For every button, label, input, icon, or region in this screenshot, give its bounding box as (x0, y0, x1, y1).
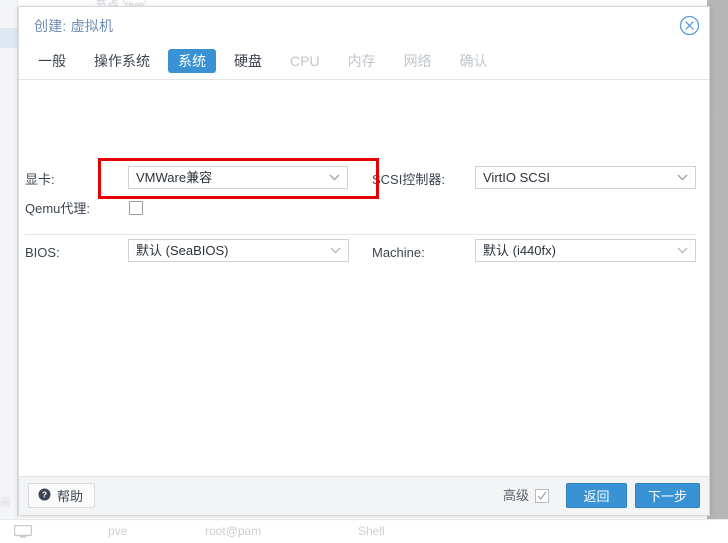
help-button[interactable]: ? 帮助 (28, 483, 95, 508)
tab-confirm: 确认 (450, 49, 498, 73)
advanced-checkbox[interactable] (535, 489, 549, 503)
bios-label: BIOS: (25, 245, 60, 261)
chevron-down-icon (328, 240, 343, 261)
machine-label: Machine: (372, 245, 425, 261)
bottom-status-bar: pve root@pam Shell (0, 519, 728, 543)
bios-value: 默认 (SeaBIOS) (136, 243, 228, 259)
dialog-title: 创建: 虚拟机 (34, 16, 113, 36)
tab-network: 网络 (394, 49, 442, 73)
tab-system[interactable]: 系统 (168, 49, 216, 73)
status-user[interactable]: root@pam (205, 524, 261, 538)
back-button[interactable]: 返回 (566, 483, 627, 508)
tab-os[interactable]: 操作系统 (84, 49, 160, 73)
tab-general[interactable]: 一般 (28, 49, 76, 73)
background-fragment-left: 间 (0, 494, 10, 509)
graphic-card-select[interactable]: VMWare兼容 (128, 166, 348, 189)
background-right-panel (707, 0, 728, 519)
help-button-label: 帮助 (57, 486, 83, 505)
wizard-tabbar: 一般 操作系统 系统 硬盘 CPU 内存 网络 确认 (19, 43, 709, 80)
status-node[interactable]: pve (108, 524, 127, 538)
dialog-body: 显卡: VMWare兼容 SCSI控制器: VirtIO SCSI Qemu代理… (19, 80, 709, 477)
dialog-header: 创建: 虚拟机 (19, 7, 709, 43)
advanced-label: 高级 (503, 488, 529, 503)
qemu-agent-label: Qemu代理: (25, 201, 90, 217)
svg-text:?: ? (42, 489, 47, 499)
question-circle-icon: ? (38, 488, 51, 504)
chevron-down-icon (675, 240, 690, 261)
graphic-card-value: VMWare兼容 (136, 170, 212, 186)
scsi-controller-value: VirtIO SCSI (483, 170, 550, 186)
scsi-controller-select[interactable]: VirtIO SCSI (475, 166, 696, 189)
dialog-footer: ? 帮助 高级 返回 下一步 (19, 477, 709, 515)
background-left-selection (0, 28, 17, 48)
chevron-down-icon (675, 167, 690, 188)
background-fragment-3: cri (717, 110, 728, 121)
qemu-agent-checkbox[interactable] (129, 201, 143, 215)
status-shell[interactable]: Shell (358, 524, 385, 538)
close-icon[interactable] (679, 15, 700, 36)
chevron-down-icon (327, 167, 342, 188)
background-fragment-1: ▼ (717, 52, 727, 63)
create-vm-dialog: 创建: 虚拟机 一般 操作系统 系统 硬盘 CPU 内存 网络 确认 显卡: V… (18, 6, 710, 516)
graphic-card-label: 显卡: (25, 172, 55, 188)
tab-harddisk[interactable]: 硬盘 (224, 49, 272, 73)
section-divider (25, 234, 696, 235)
tab-cpu: CPU (280, 49, 330, 73)
machine-value: 默认 (i440fx) (483, 243, 556, 259)
background-left-panel (0, 0, 18, 519)
next-button[interactable]: 下一步 (635, 483, 700, 508)
tab-memory: 内存 (338, 49, 386, 73)
scsi-controller-label: SCSI控制器: (372, 172, 445, 188)
background-fragment-4: t (723, 152, 726, 163)
bios-select[interactable]: 默认 (SeaBIOS) (128, 239, 349, 262)
monitor-icon (14, 525, 32, 538)
advanced-toggle[interactable]: 高级 (503, 488, 549, 503)
machine-select[interactable]: 默认 (i440fx) (475, 239, 696, 262)
background-fragment-2: a (722, 92, 728, 103)
